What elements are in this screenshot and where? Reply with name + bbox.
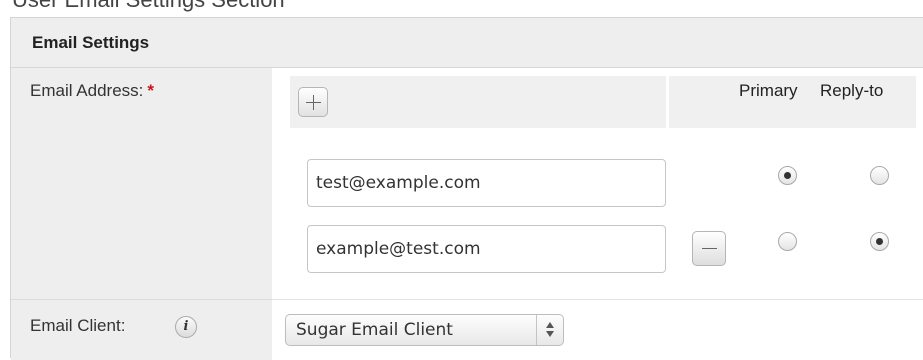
primary-radio-1[interactable] — [778, 166, 797, 185]
panel-header: Email Settings — [11, 18, 923, 68]
reply-to-radio-1[interactable] — [870, 166, 889, 185]
email-client-selected-value: Sugar Email Client — [296, 320, 453, 340]
cropped-heading-text: User Email Settings Section — [12, 0, 285, 13]
email-input-2[interactable] — [307, 225, 666, 273]
email-address-label: Email Address: * — [30, 81, 155, 100]
email-client-select[interactable]: Sugar Email Client — [285, 314, 564, 346]
panel-title: Email Settings — [32, 33, 150, 52]
email-address-label-cell: Email Address: * — [11, 68, 272, 300]
top-strip: User Email Settings Section — [0, 0, 923, 14]
row-divider — [272, 299, 923, 300]
reply-to-column-header: Reply-to — [820, 81, 884, 100]
email-input-1[interactable] — [307, 159, 666, 207]
info-icon[interactable]: i — [175, 316, 197, 338]
select-divider — [536, 315, 537, 345]
reply-to-radio-2[interactable] — [870, 232, 889, 251]
email-client-label: Email Client: — [30, 316, 126, 335]
add-email-button[interactable] — [298, 87, 328, 117]
primary-radio-2[interactable] — [778, 232, 797, 251]
email-client-label-cell: Email Client: i — [11, 300, 272, 360]
select-arrows-icon — [545, 321, 555, 339]
primary-column-header: Primary — [739, 81, 798, 100]
header-gap — [666, 76, 669, 128]
remove-email-button[interactable] — [692, 231, 726, 266]
required-marker: * — [147, 81, 155, 100]
email-table-header: Primary Reply-to — [290, 76, 916, 128]
